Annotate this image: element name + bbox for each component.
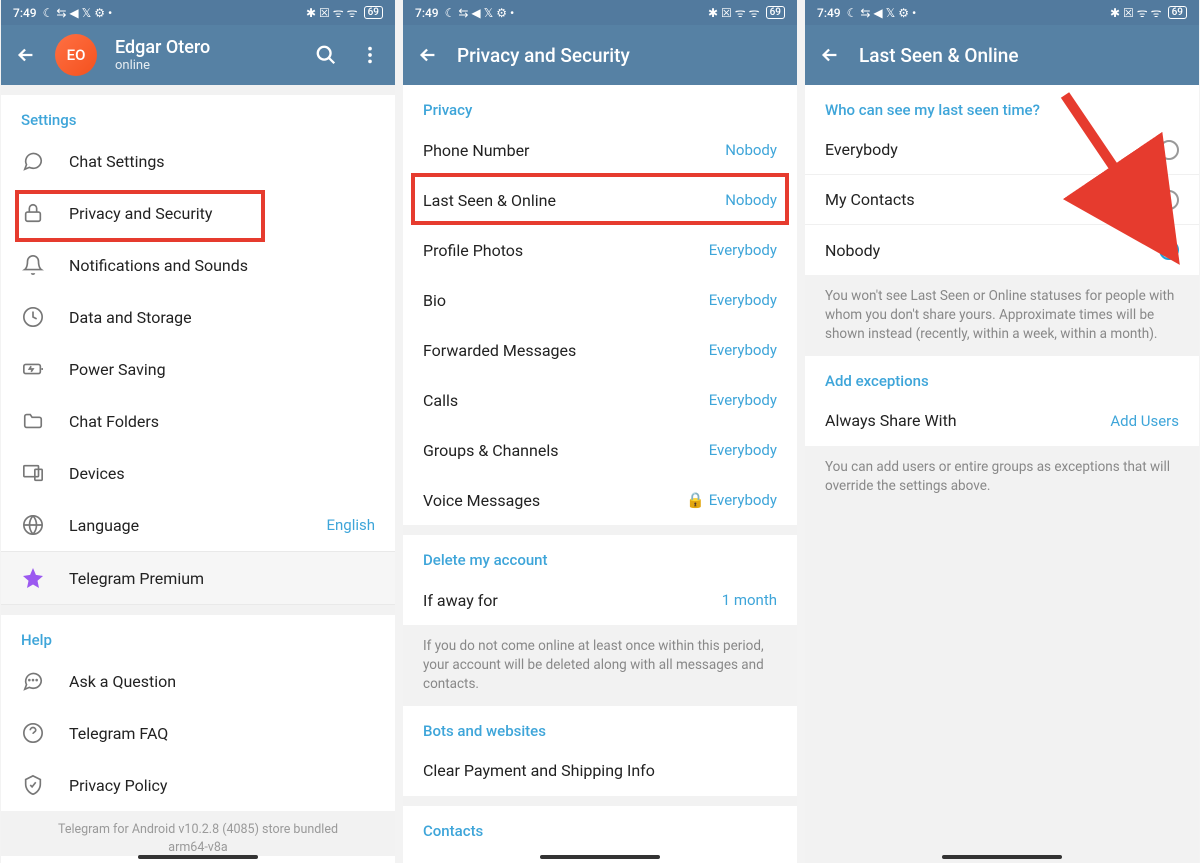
row-chat-folders[interactable]: Chat Folders bbox=[1, 395, 395, 447]
status-battery: 69 bbox=[766, 6, 785, 19]
profile-name: Edgar Otero bbox=[115, 37, 210, 59]
status-battery: 69 bbox=[364, 6, 383, 19]
devices-icon bbox=[21, 461, 45, 485]
section-delete-label: Delete my account bbox=[403, 535, 797, 575]
status-time: 7:49 bbox=[415, 6, 439, 20]
phone-last-seen: 7:49 ☾ ⇆ ◀ 𝕏 ⚙ • ✱ ☒ ᯤ ᯤ 69 Last Seen & … bbox=[805, 0, 1199, 863]
help-icon bbox=[21, 721, 45, 745]
status-icons-right: ✱ ☒ ᯤ ᯤ bbox=[708, 4, 760, 21]
section-who-label: Who can see my last seen time? bbox=[805, 85, 1199, 125]
nav-handle bbox=[540, 855, 660, 859]
search-icon[interactable] bbox=[315, 44, 337, 66]
status-icons-right: ✱ ☒ ᯤ ᯤ bbox=[306, 4, 358, 21]
data-icon bbox=[21, 305, 45, 329]
version-footer: Telegram for Android v10.2.8 (4085) stor… bbox=[1, 811, 395, 856]
more-icon[interactable] bbox=[359, 44, 381, 66]
status-icons-left: ☾ ⇆ ◀ 𝕏 ⚙ • bbox=[445, 6, 515, 20]
row-always-share[interactable]: Always Share With Add Users bbox=[805, 396, 1199, 446]
status-time: 7:49 bbox=[13, 6, 37, 20]
row-bio[interactable]: Bio Everybody bbox=[403, 275, 797, 325]
avatar[interactable]: EO bbox=[55, 34, 97, 76]
status-bar: 7:49 ☾ ⇆ ◀ 𝕏 ⚙ • ✱ ☒ ᯤ ᯤ 69 bbox=[805, 0, 1199, 25]
row-clear-payment[interactable]: Clear Payment and Shipping Info bbox=[403, 746, 797, 796]
row-notifications[interactable]: Notifications and Sounds bbox=[1, 239, 395, 291]
row-calls[interactable]: Calls Everybody bbox=[403, 375, 797, 425]
row-profile-photos[interactable]: Profile Photos Everybody bbox=[403, 225, 797, 275]
status-icons-right: ✱ ☒ ᯤ ᯤ bbox=[1110, 4, 1162, 21]
radio-icon-selected bbox=[1159, 240, 1179, 260]
profile-status: online bbox=[115, 58, 210, 73]
row-chat-settings[interactable]: Chat Settings bbox=[1, 135, 395, 187]
phone-privacy-settings: 7:49 ☾ ⇆ ◀ 𝕏 ⚙ • ✱ ☒ ᯤ ᯤ 69 Privacy and … bbox=[403, 0, 797, 863]
who-info-text: You won't see Last Seen or Online status… bbox=[805, 275, 1199, 356]
privacy-content: Privacy Phone Number Nobody Last Seen & … bbox=[403, 85, 797, 863]
row-voice-messages[interactable]: Voice Messages 🔒 Everybody bbox=[403, 475, 797, 525]
row-if-away[interactable]: If away for 1 month bbox=[403, 575, 797, 625]
row-forwarded[interactable]: Forwarded Messages Everybody bbox=[403, 325, 797, 375]
row-power-saving[interactable]: Power Saving bbox=[1, 343, 395, 395]
row-devices[interactable]: Devices bbox=[1, 447, 395, 499]
section-privacy-label: Privacy bbox=[403, 85, 797, 125]
nav-handle bbox=[138, 855, 258, 859]
back-arrow-icon[interactable] bbox=[417, 44, 439, 66]
delete-info-text: If you do not come online at least once … bbox=[403, 625, 797, 706]
page-title: Privacy and Security bbox=[457, 44, 783, 67]
shield-icon bbox=[21, 773, 45, 797]
status-icons-left: ☾ ⇆ ◀ 𝕏 ⚙ • bbox=[847, 6, 917, 20]
row-groups[interactable]: Groups & Channels Everybody bbox=[403, 425, 797, 475]
phone-settings: 7:49 ☾ ⇆ ◀ 𝕏 ⚙ • ✱ ☒ ᯤ ᯤ 69 EO Edgar Ote… bbox=[1, 0, 395, 863]
status-battery: 69 bbox=[1168, 6, 1187, 19]
header: Privacy and Security bbox=[403, 25, 797, 85]
page-title: Last Seen & Online bbox=[859, 44, 1185, 67]
globe-icon bbox=[21, 513, 45, 537]
radio-my-contacts[interactable]: My Contacts bbox=[805, 175, 1199, 225]
lock-icon bbox=[21, 201, 45, 225]
exception-info-text: You can add users or entire groups as ex… bbox=[805, 446, 1199, 508]
row-telegram-premium[interactable]: Telegram Premium bbox=[1, 551, 395, 605]
row-last-seen[interactable]: Last Seen & Online Nobody bbox=[403, 175, 797, 225]
status-bar: 7:49 ☾ ⇆ ◀ 𝕏 ⚙ • ✱ ☒ ᯤ ᯤ 69 bbox=[1, 0, 395, 25]
lock-small-icon: 🔒 bbox=[686, 491, 705, 509]
star-icon bbox=[21, 566, 45, 590]
header: Last Seen & Online bbox=[805, 25, 1199, 85]
back-arrow-icon[interactable] bbox=[15, 44, 37, 66]
row-ask-question[interactable]: Ask a Question bbox=[1, 655, 395, 707]
section-help-label: Help bbox=[1, 615, 395, 655]
row-phone-number[interactable]: Phone Number Nobody bbox=[403, 125, 797, 175]
section-exceptions-label: Add exceptions bbox=[805, 356, 1199, 396]
status-time: 7:49 bbox=[817, 6, 841, 20]
radio-icon bbox=[1159, 140, 1179, 160]
radio-nobody[interactable]: Nobody bbox=[805, 225, 1199, 275]
folder-icon bbox=[21, 409, 45, 433]
section-settings-label: Settings bbox=[1, 95, 395, 135]
battery-icon bbox=[21, 357, 45, 381]
question-chat-icon bbox=[21, 669, 45, 693]
row-telegram-faq[interactable]: Telegram FAQ bbox=[1, 707, 395, 759]
back-arrow-icon[interactable] bbox=[819, 44, 841, 66]
radio-everybody[interactable]: Everybody bbox=[805, 125, 1199, 175]
settings-content: Settings Chat Settings Privacy and Secur… bbox=[1, 85, 395, 863]
nav-handle bbox=[942, 855, 1062, 859]
section-contacts-label: Contacts bbox=[403, 806, 797, 846]
bell-icon bbox=[21, 253, 45, 277]
status-icons-left: ☾ ⇆ ◀ 𝕏 ⚙ • bbox=[43, 6, 113, 20]
profile-info[interactable]: Edgar Otero online bbox=[115, 37, 210, 74]
header: EO Edgar Otero online bbox=[1, 25, 395, 85]
status-bar: 7:49 ☾ ⇆ ◀ 𝕏 ⚙ • ✱ ☒ ᯤ ᯤ 69 bbox=[403, 0, 797, 25]
row-language[interactable]: Language English bbox=[1, 499, 395, 551]
row-privacy-security[interactable]: Privacy and Security bbox=[1, 187, 395, 239]
chat-icon bbox=[21, 149, 45, 173]
last-seen-content: Who can see my last seen time? Everybody… bbox=[805, 85, 1199, 863]
section-bots-label: Bots and websites bbox=[403, 706, 797, 746]
radio-icon bbox=[1159, 190, 1179, 210]
row-privacy-policy[interactable]: Privacy Policy bbox=[1, 759, 395, 811]
row-data-storage[interactable]: Data and Storage bbox=[1, 291, 395, 343]
